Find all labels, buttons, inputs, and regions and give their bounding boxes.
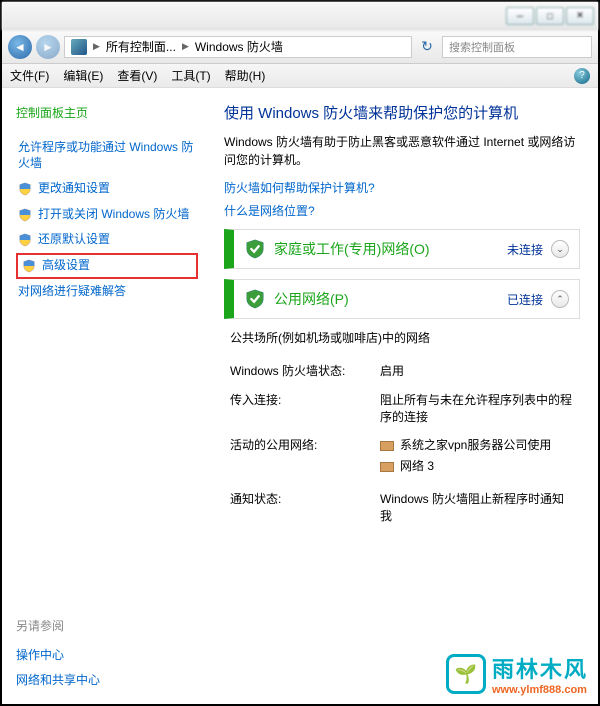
see-also-section: 另请参阅 操作中心 网络和共享中心	[16, 617, 198, 692]
forward-button[interactable]: ►	[36, 35, 60, 59]
shield-icon	[18, 233, 32, 247]
active-network-item: 网络 3	[380, 458, 574, 475]
menu-bar: 文件(F) 编辑(E) 查看(V) 工具(T) 帮助(H) ?	[2, 64, 598, 88]
minimize-button[interactable]: ─	[506, 7, 534, 25]
help-link-firewall[interactable]: 防火墙如何帮助保护计算机?	[224, 179, 580, 196]
network-status: 已连接	[507, 291, 543, 308]
notification-status-row: 通知状态: Windows 防火墙阻止新程序时通知我	[230, 485, 574, 531]
watermark-text: 雨林木风	[492, 652, 588, 684]
sidebar-item-label: 对网络进行疑难解答	[18, 284, 126, 300]
sidebar-item-label: 更改通知设置	[38, 181, 110, 197]
page-description: Windows 防火墙有助于防止黑客或恶意软件通过 Internet 或网络访问…	[224, 133, 580, 169]
public-network-desc: 公共场所(例如机场或咖啡店)中的网络	[230, 329, 574, 347]
shield-icon	[18, 208, 32, 222]
refresh-button[interactable]: ↻	[416, 36, 438, 58]
network-name: 网络 3	[400, 458, 434, 475]
titlebar: ─ □ ✕	[2, 2, 598, 30]
detail-label: 通知状态:	[230, 491, 380, 525]
bench-icon	[380, 441, 394, 451]
shield-icon	[18, 182, 32, 196]
menu-view[interactable]: 查看(V)	[117, 67, 157, 84]
chevron-right-icon: ▶	[182, 41, 189, 52]
shield-icon	[22, 259, 36, 273]
sidebar-item-label: 还原默认设置	[38, 232, 110, 248]
sidebar-item-advanced-settings[interactable]: 高级设置	[16, 253, 198, 279]
page-title: 使用 Windows 防火墙来帮助保护您的计算机	[224, 102, 580, 123]
watermark-url: www.ylmf888.com	[492, 684, 588, 696]
menu-edit[interactable]: 编辑(E)	[63, 67, 103, 84]
sidebar-item-label: 高级设置	[42, 258, 90, 274]
help-link-network-location[interactable]: 什么是网络位置?	[224, 202, 580, 219]
detail-label: 传入连接:	[230, 392, 380, 426]
sprout-icon: 🌱	[446, 654, 486, 694]
breadcrumb-item[interactable]: Windows 防火墙	[195, 38, 283, 55]
menu-file[interactable]: 文件(F)	[10, 67, 49, 84]
help-icon[interactable]: ?	[574, 68, 590, 84]
main-panel: 使用 Windows 防火墙来帮助保护您的计算机 Windows 防火墙有助于防…	[210, 88, 598, 704]
sidebar: 控制面板主页 允许程序或功能通过 Windows 防火墙 更改通知设置 打开或关…	[2, 88, 210, 704]
detail-value: 启用	[380, 363, 574, 380]
sidebar-item-change-notification[interactable]: 更改通知设置	[16, 176, 198, 202]
shield-check-icon	[244, 238, 266, 260]
control-panel-home-link[interactable]: 控制面板主页	[16, 104, 198, 121]
control-panel-icon	[71, 39, 87, 55]
detail-value: Windows 防火墙阻止新程序时通知我	[380, 491, 574, 525]
chevron-right-icon: ▶	[93, 41, 100, 52]
search-input[interactable]: 搜索控制面板	[442, 36, 592, 58]
collapse-button[interactable]: ⌃	[551, 290, 569, 308]
see-also-title: 另请参阅	[16, 617, 198, 634]
public-network-section[interactable]: 公用网络(P) 已连接 ⌃	[224, 279, 580, 319]
shield-check-icon	[244, 288, 266, 310]
sidebar-item-restore-defaults[interactable]: 还原默认设置	[16, 227, 198, 253]
sidebar-item-label: 打开或关闭 Windows 防火墙	[38, 207, 189, 223]
breadcrumb[interactable]: ▶ 所有控制面... ▶ Windows 防火墙	[64, 36, 412, 58]
maximize-button[interactable]: □	[536, 7, 564, 25]
network-name: 系统之家vpn服务器公司使用	[400, 437, 551, 454]
detail-label: Windows 防火墙状态:	[230, 363, 380, 380]
watermark: 🌱 雨林木风 www.ylmf888.com	[446, 652, 588, 696]
network-title: 公用网络(P)	[274, 289, 499, 309]
sidebar-item-toggle-firewall[interactable]: 打开或关闭 Windows 防火墙	[16, 202, 198, 228]
see-also-action-center[interactable]: 操作中心	[16, 642, 198, 667]
breadcrumb-item[interactable]: 所有控制面...	[106, 38, 176, 55]
bench-icon	[380, 462, 394, 472]
sidebar-item-allow-program[interactable]: 允许程序或功能通过 Windows 防火墙	[16, 135, 198, 176]
active-network-item: 系统之家vpn服务器公司使用	[380, 437, 574, 454]
sidebar-item-label: 允许程序或功能通过 Windows 防火墙	[18, 140, 196, 171]
menu-help[interactable]: 帮助(H)	[225, 67, 266, 84]
private-network-section[interactable]: 家庭或工作(专用)网络(O) 未连接 ⌄	[224, 229, 580, 269]
network-title: 家庭或工作(专用)网络(O)	[274, 239, 499, 259]
active-networks-row: 活动的公用网络: 系统之家vpn服务器公司使用 网络 3	[230, 431, 574, 485]
incoming-connections-row: 传入连接: 阻止所有与未在允许程序列表中的程序的连接	[230, 386, 574, 432]
back-button[interactable]: ◄	[8, 35, 32, 59]
see-also-network-sharing[interactable]: 网络和共享中心	[16, 667, 198, 692]
menu-tools[interactable]: 工具(T)	[171, 67, 210, 84]
firewall-status-row: Windows 防火墙状态: 启用	[230, 357, 574, 386]
sidebar-item-troubleshoot[interactable]: 对网络进行疑难解答	[16, 279, 198, 305]
close-button[interactable]: ✕	[566, 7, 594, 25]
navigation-bar: ◄ ► ▶ 所有控制面... ▶ Windows 防火墙 ↻ 搜索控制面板	[2, 30, 598, 64]
detail-label: 活动的公用网络:	[230, 437, 380, 479]
expand-button[interactable]: ⌄	[551, 240, 569, 258]
detail-value: 阻止所有与未在允许程序列表中的程序的连接	[380, 392, 574, 426]
network-status: 未连接	[507, 241, 543, 258]
